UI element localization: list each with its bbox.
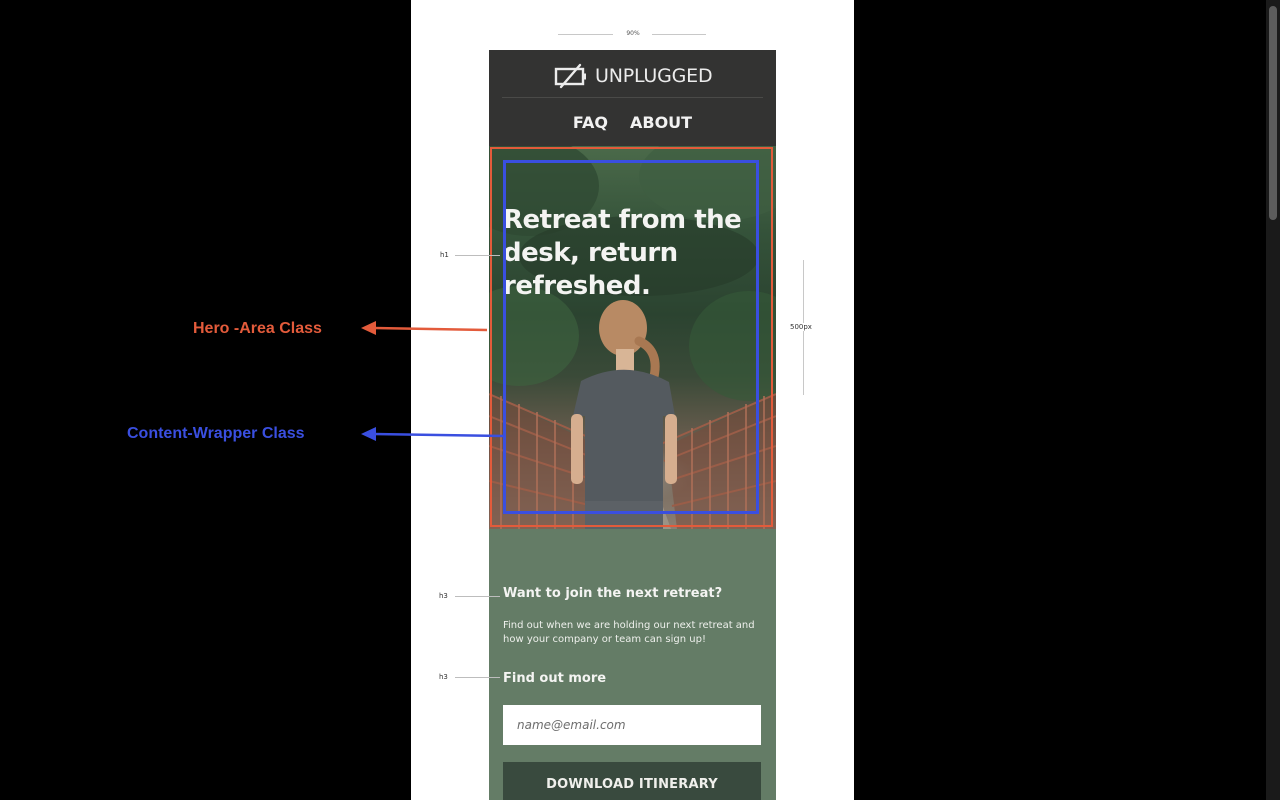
tag-h3-join: h3 bbox=[439, 592, 448, 600]
width-measure-line-left bbox=[558, 34, 613, 35]
width-measure-label: 90% bbox=[626, 30, 640, 37]
tag-h3-join-line bbox=[455, 596, 500, 597]
main-nav: FAQ ABOUT bbox=[489, 113, 776, 132]
download-itinerary-button[interactable]: DOWNLOAD ITINERARY bbox=[503, 762, 761, 800]
scrollbar-thumb[interactable] bbox=[1269, 6, 1277, 220]
nav-link-faq[interactable]: FAQ bbox=[573, 113, 608, 132]
unplugged-battery-icon bbox=[554, 63, 586, 89]
width-measure-line-right bbox=[652, 34, 706, 35]
tag-h3-more-line bbox=[455, 677, 500, 678]
header-divider bbox=[502, 97, 763, 98]
design-annotation-canvas: 90% UNPLUGGED FAQ ABOUT Retreat from the… bbox=[0, 0, 1280, 800]
height-measure-label: 500px bbox=[790, 323, 812, 331]
tag-h1-line bbox=[455, 255, 500, 256]
nav-link-about[interactable]: ABOUT bbox=[630, 113, 692, 132]
content-wrapper-class-label: Content-Wrapper Class bbox=[127, 425, 305, 442]
hero-area-class-label: Hero -Area Class bbox=[193, 320, 322, 337]
join-retreat-heading: Want to join the next retreat? bbox=[503, 586, 723, 601]
brand-logo[interactable]: UNPLUGGED bbox=[553, 63, 713, 89]
find-out-more-heading: Find out more bbox=[503, 671, 607, 686]
content-wrapper-class-outline bbox=[503, 160, 759, 514]
brand-name: UNPLUGGED bbox=[595, 65, 713, 87]
tag-h3-more: h3 bbox=[439, 673, 448, 681]
site-header: UNPLUGGED FAQ ABOUT bbox=[489, 50, 776, 146]
signup-section: Want to join the next retreat? Find out … bbox=[489, 529, 776, 800]
tag-h1: h1 bbox=[440, 251, 449, 259]
scrollbar-track[interactable] bbox=[1266, 0, 1280, 800]
email-input[interactable] bbox=[503, 705, 761, 745]
signup-description: Find out when we are holding our next re… bbox=[503, 620, 755, 645]
